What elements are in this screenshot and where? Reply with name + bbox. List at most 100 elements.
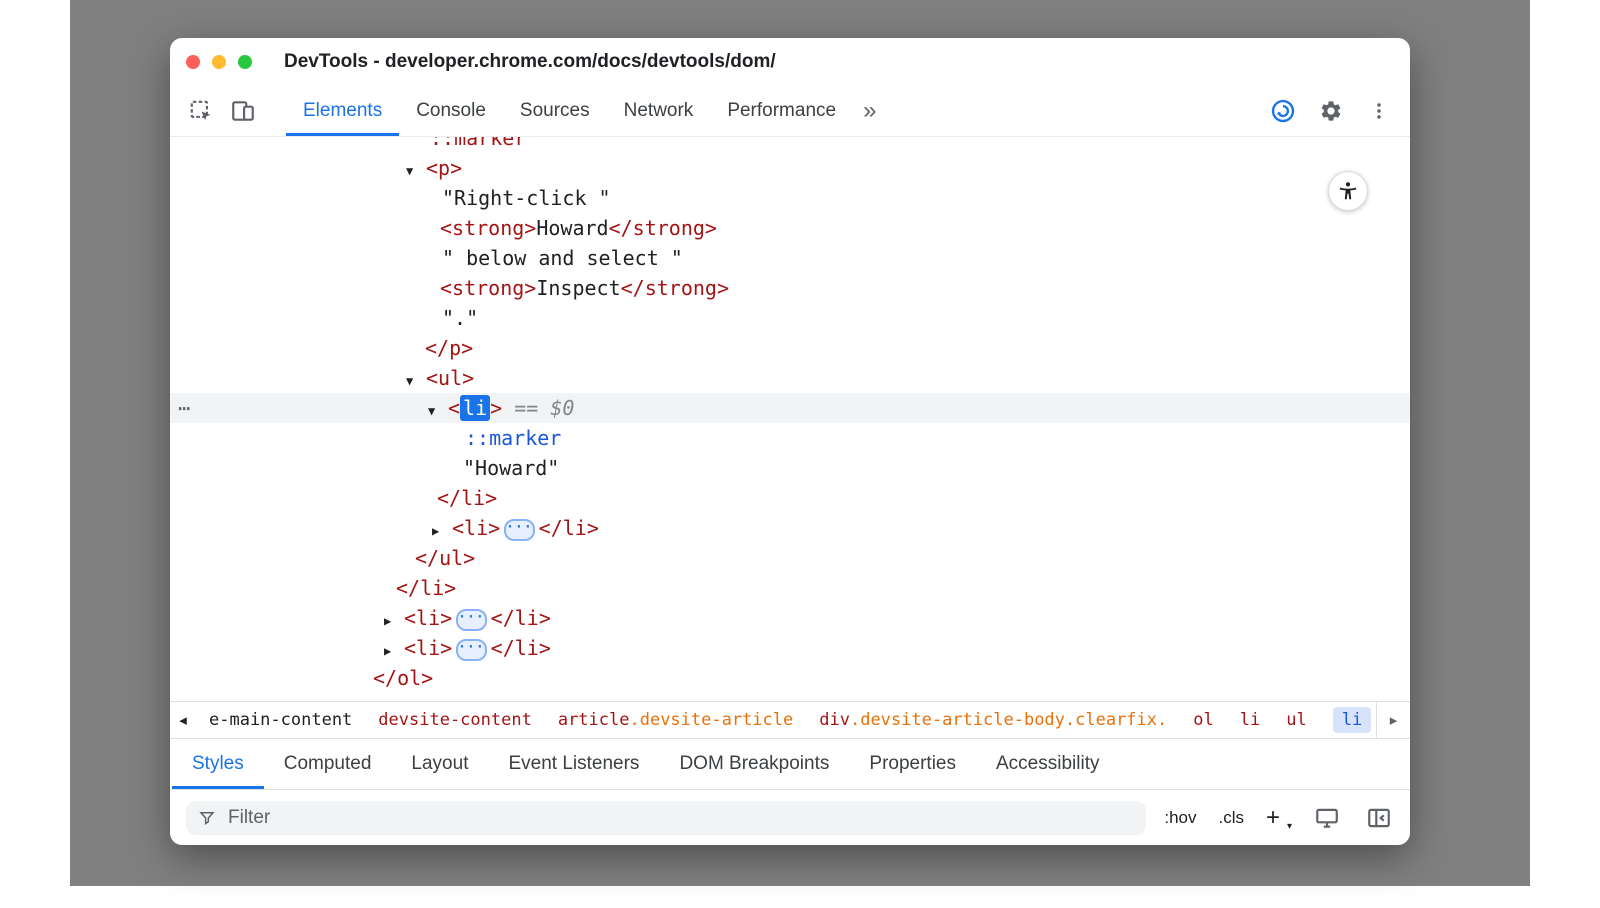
breadcrumb-part: .devsite-article xyxy=(629,710,793,730)
dom-token: ::marker xyxy=(465,426,561,450)
dom-tree-row[interactable]: <strong>Inspect</strong> xyxy=(170,273,1410,303)
collapse-arrow-icon[interactable]: ▼ xyxy=(406,366,426,396)
dom-tree-row[interactable]: ::marker xyxy=(170,423,1410,453)
dom-tree-row[interactable]: ▶<li>···</li> xyxy=(170,603,1410,633)
dom-token: "Right-click " xyxy=(442,186,611,210)
breadcrumb-part: li xyxy=(1240,710,1260,730)
breadcrumb-item[interactable]: e-main-content xyxy=(209,710,352,730)
devtools-window: DevTools - developer.chrome.com/docs/dev… xyxy=(170,38,1410,845)
dom-token: == xyxy=(502,396,550,420)
tab-elements[interactable]: Elements xyxy=(286,86,399,136)
breadcrumb-part: div xyxy=(819,710,850,730)
inspect-icon[interactable] xyxy=(186,96,216,126)
dom-tree-row[interactable]: </ol> xyxy=(170,663,1410,693)
zoom-icon[interactable] xyxy=(238,55,252,69)
dom-tree-row[interactable]: "Howard" xyxy=(170,453,1410,483)
panel-tab-dom-breakpoints[interactable]: DOM Breakpoints xyxy=(659,739,849,789)
plus-icon: + xyxy=(1266,804,1280,831)
dom-tree-row[interactable]: ▼<p> xyxy=(170,153,1410,183)
kebab-menu-icon[interactable] xyxy=(1364,96,1394,126)
dom-token: </p> xyxy=(425,336,473,360)
expand-arrow-icon[interactable]: ▶ xyxy=(432,516,452,546)
dom-token: <ul> xyxy=(426,366,474,390)
panel-tab-event-listeners[interactable]: Event Listeners xyxy=(488,739,659,789)
expand-arrow-icon[interactable]: ▶ xyxy=(384,606,404,636)
dom-tree-row[interactable]: ::marker xyxy=(170,137,1410,153)
toggle-pseudo-classes-button[interactable]: :hov xyxy=(1164,808,1196,828)
dom-tree-panel: ::marker▼<p>"Right-click "<strong>Howard… xyxy=(170,137,1410,701)
panel-tab-layout[interactable]: Layout xyxy=(391,739,488,789)
dom-token: " below and select " xyxy=(442,246,683,270)
filter-input-wrapper xyxy=(186,801,1146,835)
tab-console[interactable]: Console xyxy=(399,86,503,136)
dom-tree-row[interactable]: </li> xyxy=(170,483,1410,513)
window-title: DevTools - developer.chrome.com/docs/dev… xyxy=(284,51,776,73)
dom-token: <li> xyxy=(404,606,452,630)
expand-arrow-icon[interactable]: ▶ xyxy=(384,636,404,666)
collapse-arrow-icon[interactable]: ▼ xyxy=(428,396,448,426)
breadcrumb-items: e-main-content devsite-content article.dev… xyxy=(196,707,1376,733)
dom-tree-row[interactable]: </p> xyxy=(170,333,1410,363)
breadcrumb-item[interactable]: li xyxy=(1333,707,1371,733)
close-icon[interactable] xyxy=(186,55,200,69)
settings-gear-icon[interactable] xyxy=(1316,96,1346,126)
breadcrumb-item[interactable]: ol xyxy=(1193,710,1213,730)
tab-performance[interactable]: Performance xyxy=(710,86,853,136)
dom-token: > xyxy=(490,396,502,420)
dom-tree-row[interactable]: " below and select " xyxy=(170,243,1410,273)
breadcrumb-part: li xyxy=(1342,710,1362,730)
dom-tree-row[interactable]: ▶<li>···</li> xyxy=(170,633,1410,663)
breadcrumb-item[interactable]: ul xyxy=(1286,710,1306,730)
inline-ellipsis-icon[interactable]: ··· xyxy=(504,519,534,541)
dom-tree-row[interactable]: ▶<li>···</li> xyxy=(170,513,1410,543)
breadcrumb-item[interactable]: article.devsite-article xyxy=(558,710,793,730)
dom-tree-row[interactable]: </li> xyxy=(170,573,1410,603)
tab-network[interactable]: Network xyxy=(607,86,711,136)
dom-tree-row[interactable]: ⋯▼<li> == $0 xyxy=(170,393,1410,423)
breadcrumb-part: ol xyxy=(1193,710,1213,730)
filter-input[interactable] xyxy=(226,806,1134,830)
row-overflow-icon[interactable]: ⋯ xyxy=(178,393,191,423)
dom-token: </strong> xyxy=(609,216,717,240)
dom-tree-row[interactable]: <strong>Howard</strong> xyxy=(170,213,1410,243)
styles-toolbar-buttons: :hov .cls + ▾ xyxy=(1164,803,1394,833)
breadcrumb-item[interactable]: devsite-content xyxy=(378,710,532,730)
dom-tree-row[interactable]: ▼<ul> xyxy=(170,363,1410,393)
dom-tree-row[interactable]: </ul> xyxy=(170,543,1410,573)
inline-ellipsis-icon[interactable]: ··· xyxy=(456,609,486,631)
dock-sidebar-icon[interactable] xyxy=(1364,803,1394,833)
dom-tree-row[interactable]: "Right-click " xyxy=(170,183,1410,213)
breadcrumb-item[interactable]: li xyxy=(1240,710,1260,730)
breadcrumb-scroll-left-icon[interactable]: ◂ xyxy=(170,702,196,738)
filter-funnel-icon xyxy=(198,809,216,827)
tab-sources[interactable]: Sources xyxy=(503,86,607,136)
accessibility-person-icon[interactable] xyxy=(1328,171,1368,211)
panel-tabs: StylesComputedLayoutEvent ListenersDOM B… xyxy=(170,739,1410,790)
panel-tab-accessibility[interactable]: Accessibility xyxy=(976,739,1119,789)
dom-token: "Howard" xyxy=(463,456,559,480)
dom-token: Howard xyxy=(536,216,608,240)
panel-tab-styles[interactable]: Styles xyxy=(172,739,264,789)
dom-token: </li> xyxy=(491,606,551,630)
breadcrumb-item[interactable]: div.devsite-article-body.clearfix. xyxy=(819,710,1167,730)
device-toolbar-icon[interactable] xyxy=(228,96,258,126)
display-icon[interactable] xyxy=(1312,803,1342,833)
main-toolbar: ElementsConsoleSourcesNetworkPerformance… xyxy=(170,86,1410,137)
inline-ellipsis-icon[interactable]: ··· xyxy=(456,639,486,661)
toolbar-tabs: ElementsConsoleSourcesNetworkPerformance xyxy=(286,86,853,136)
dom-token: ::marker xyxy=(430,137,526,150)
new-style-rule-button[interactable]: + ▾ xyxy=(1266,806,1290,830)
breadcrumb-scroll-right-icon[interactable]: ▸ xyxy=(1376,702,1410,738)
collapse-arrow-icon[interactable]: ▼ xyxy=(406,156,426,186)
minimize-icon[interactable] xyxy=(212,55,226,69)
more-tabs-button[interactable]: » xyxy=(863,99,876,123)
toggle-element-classes-button[interactable]: .cls xyxy=(1218,808,1244,828)
sync-icon[interactable] xyxy=(1268,96,1298,126)
dom-token: <p> xyxy=(426,156,462,180)
dom-token: <li> xyxy=(452,516,500,540)
panel-tab-computed[interactable]: Computed xyxy=(264,739,392,789)
dom-token: </li> xyxy=(539,516,599,540)
dom-tree-row[interactable]: "." xyxy=(170,303,1410,333)
panel-tab-properties[interactable]: Properties xyxy=(849,739,976,789)
dom-token: </ul> xyxy=(415,546,475,570)
